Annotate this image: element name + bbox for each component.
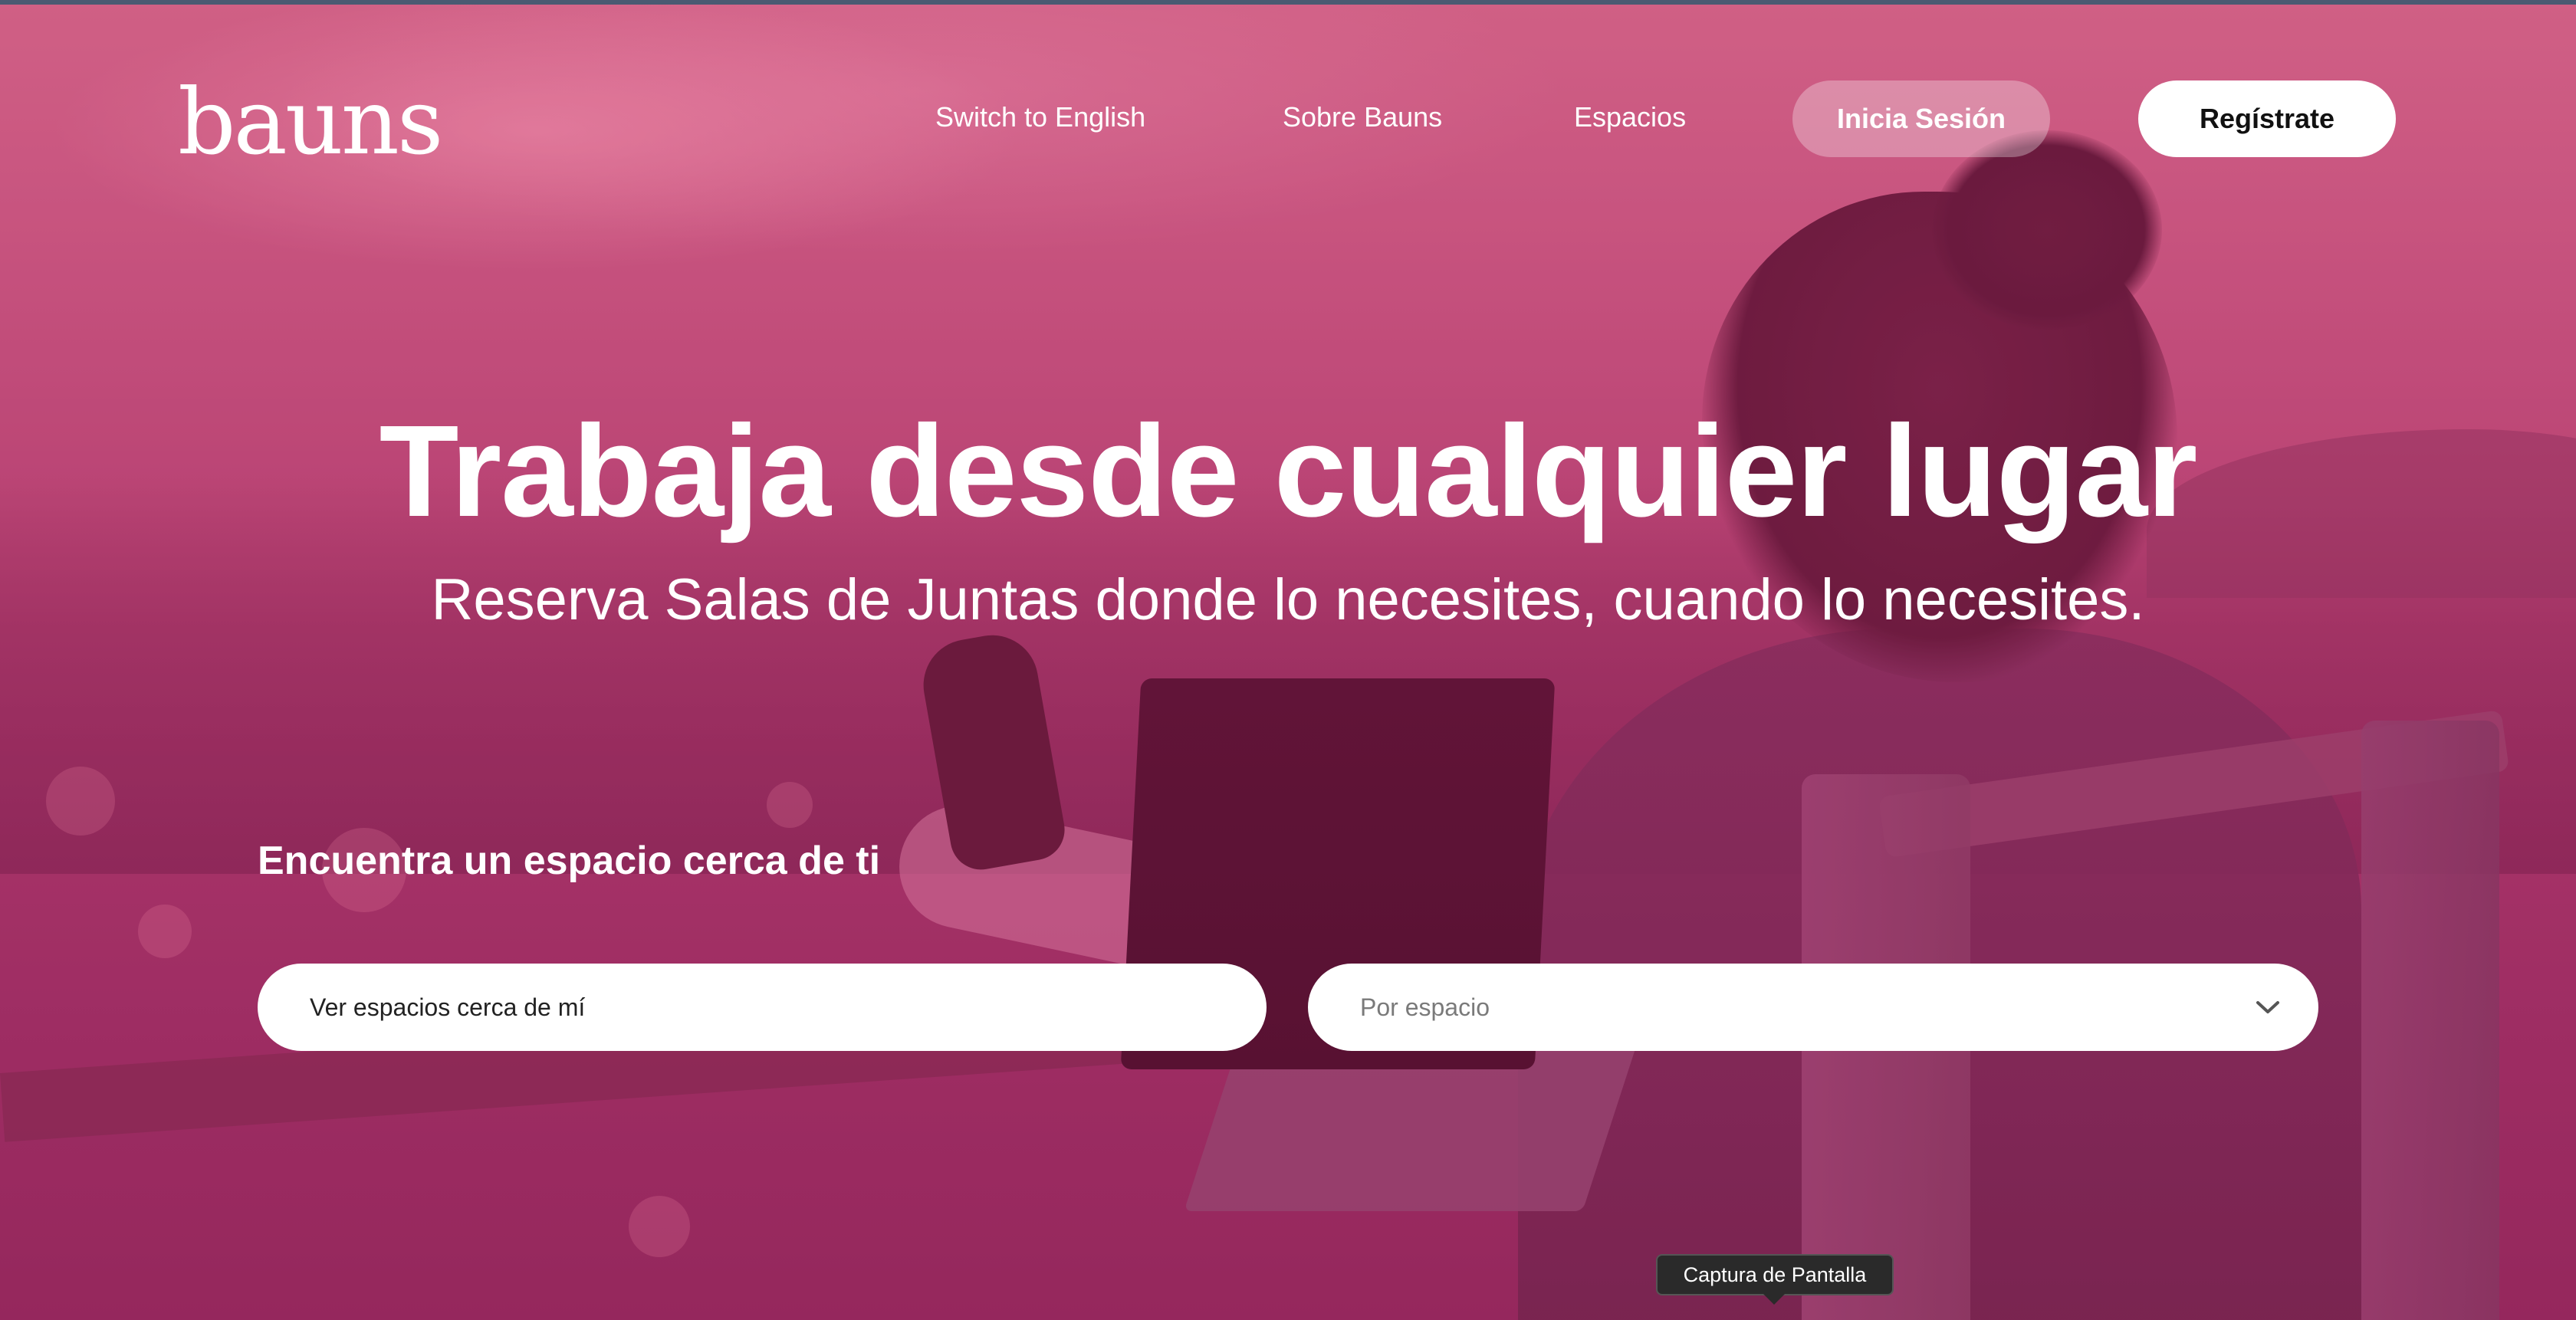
space-type-select[interactable]: Por espacio [1308,964,2318,1051]
login-button-label: Inicia Sesión [1836,103,2006,134]
nav-link-spaces[interactable]: Espacios [1574,101,1686,133]
nav-link-about[interactable]: Sobre Bauns [1283,101,1442,133]
brand-logo[interactable]: bauns [178,77,443,167]
space-type-placeholder: Por espacio [1360,993,1490,1021]
login-button[interactable]: Inicia Sesión [1792,80,2050,157]
register-button[interactable]: Regístrate [2138,80,2396,157]
nav-link-switch-language[interactable]: Switch to English [935,101,1145,133]
hero-title: Trabaja desde cualquier lugar [379,399,2198,544]
screenshot-tooltip: Captura de Pantalla [1656,1254,1894,1295]
hero-color-overlay [0,0,2576,1320]
tooltip-text: Captura de Pantalla [1683,1263,1867,1286]
tooltip-arrow [1763,1294,1785,1305]
chevron-down-icon [2251,990,2285,1024]
search-heading: Encuentra un espacio cerca de ti [258,839,881,883]
window-top-edge [0,0,2576,5]
nearby-spaces-value: Ver espacios cerca de mí [310,993,586,1021]
nearby-spaces-field[interactable]: Ver espacios cerca de mí [258,964,1267,1051]
register-button-label: Regístrate [2199,103,2335,134]
hero-subtitle: Reserva Salas de Juntas donde lo necesit… [431,567,2145,632]
landing-page: bauns Switch to English Sobre Bauns Espa… [0,0,2576,1320]
